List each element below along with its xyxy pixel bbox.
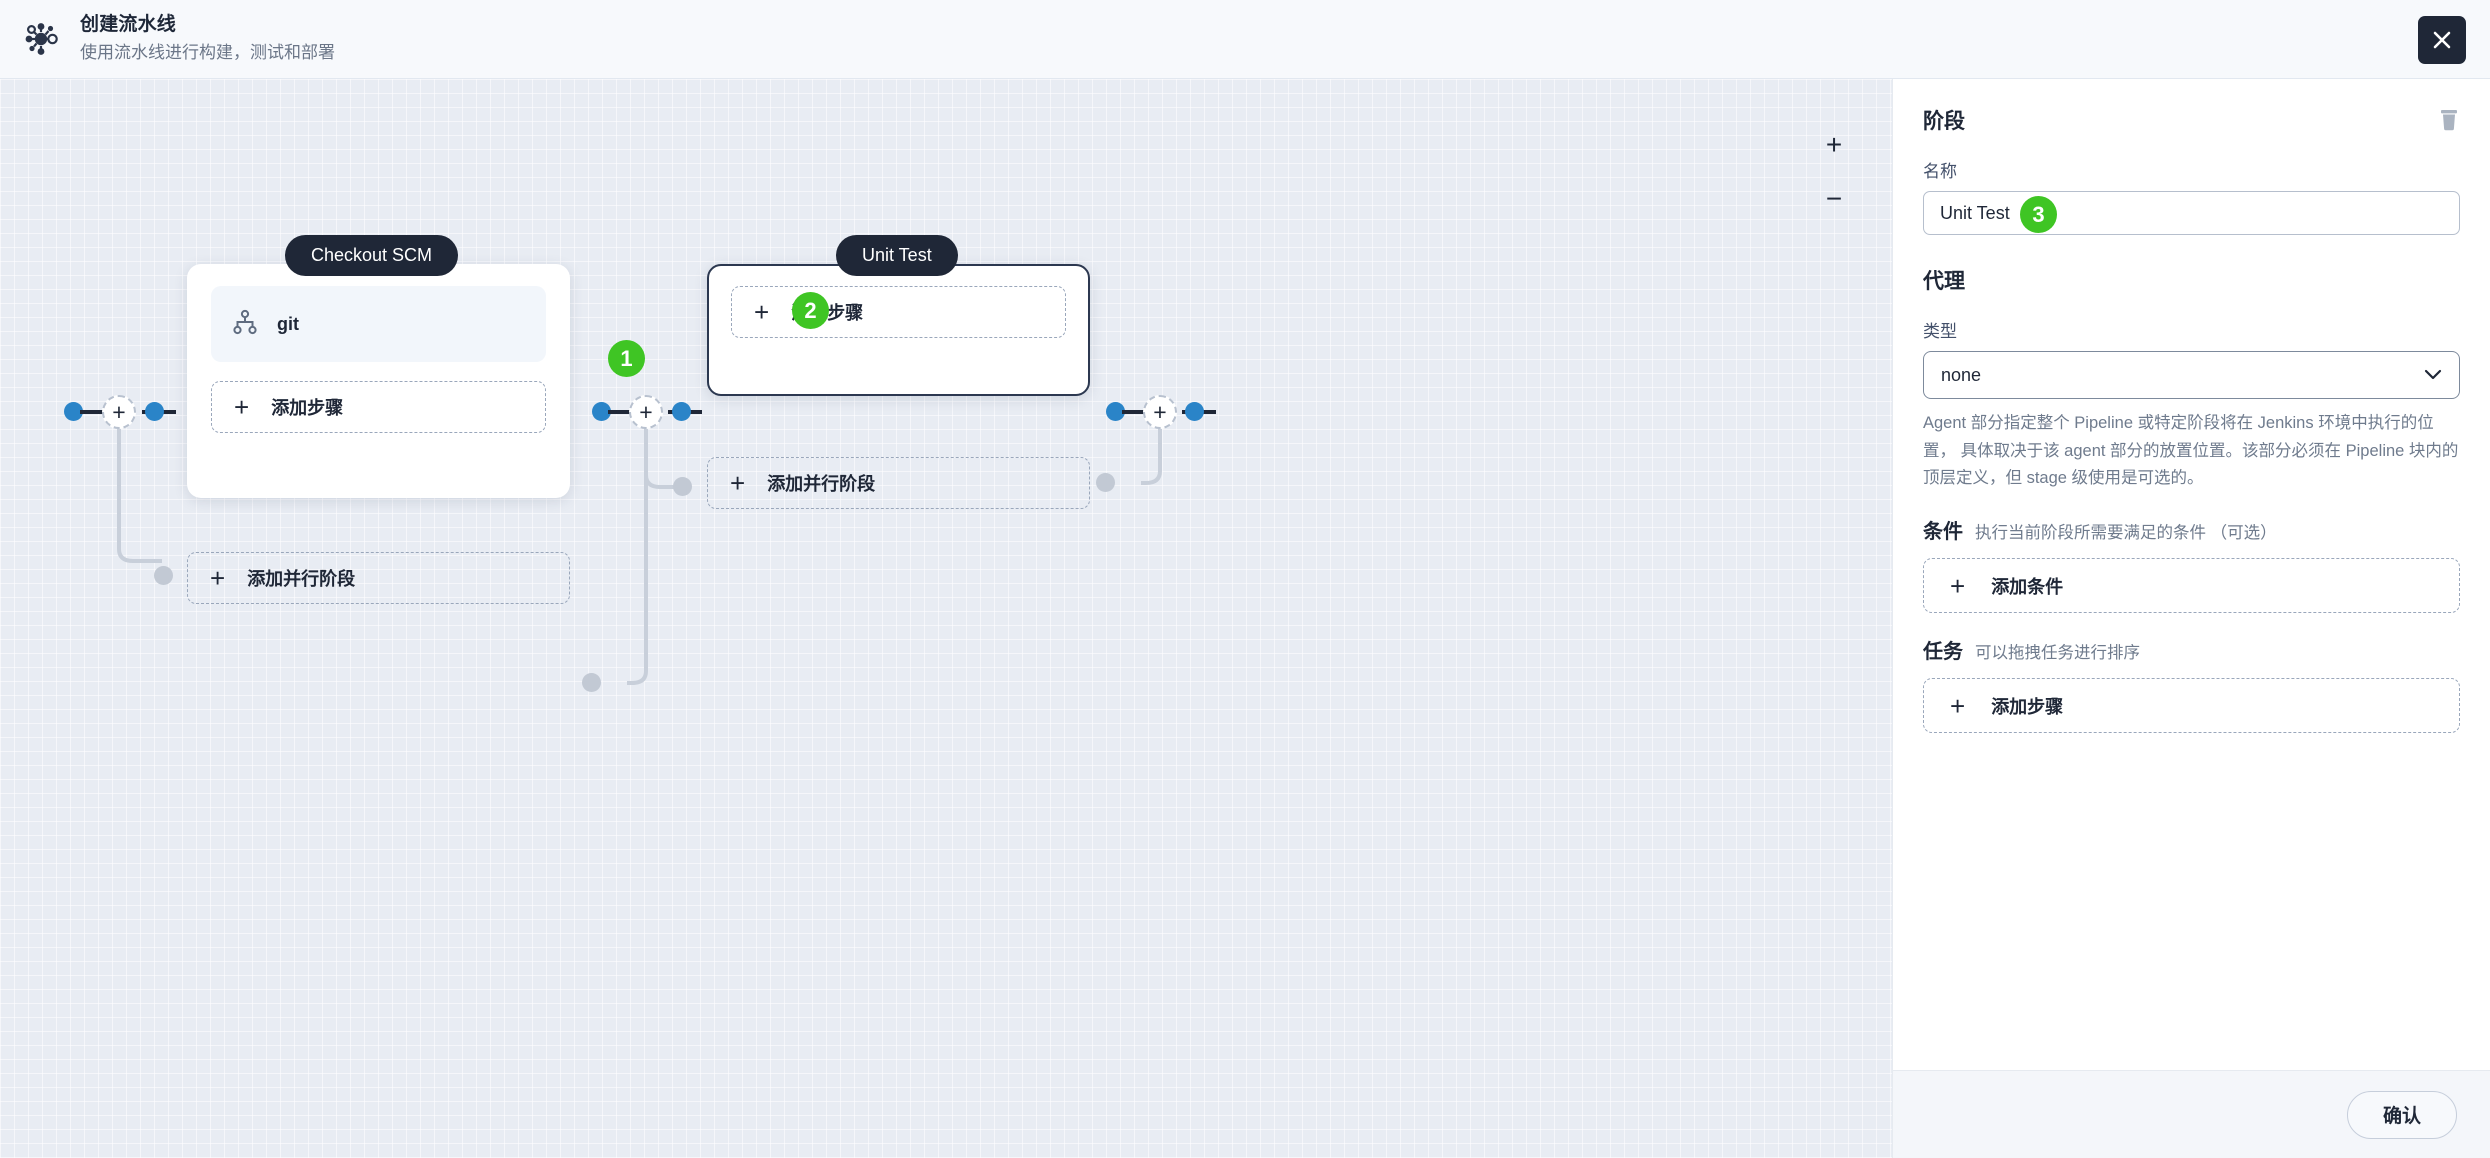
zoom-in-button[interactable]: +	[1814, 125, 1854, 165]
add-step-button-stage2[interactable]: + 添加步骤	[731, 286, 1066, 338]
task-section-header: 任务 可以拖拽任务进行排序	[1923, 635, 2460, 664]
stage-name-value: Unit Test	[1940, 202, 2010, 223]
modal-header: 创建流水线 使用流水线进行构建，测试和部署	[0, 0, 2490, 79]
confirm-button[interactable]: 确认	[2347, 1090, 2457, 1139]
agent-type-select[interactable]: none	[1923, 351, 2460, 399]
add-condition-label: 添加条件	[1991, 576, 2064, 597]
add-parallel-stage-label: 添加并行阶段	[767, 474, 876, 494]
condition-title: 条件	[1923, 521, 1963, 544]
pipeline-editor-modal: 创建流水线 使用流水线进行构建，测试和部署 + − + Checkout SCM…	[0, 0, 2490, 1158]
plus-icon: +	[1950, 690, 1966, 721]
stage-label-unit-test[interactable]: Unit Test	[836, 235, 958, 276]
add-step-button-stage1[interactable]: + 添加步骤	[211, 381, 546, 433]
task-hint: 可以拖拽任务进行排序	[1975, 644, 2140, 663]
parallel-slot-dot[interactable]	[673, 477, 692, 496]
zoom-out-button[interactable]: −	[1814, 179, 1854, 219]
parallel-slot-dot[interactable]	[582, 673, 601, 692]
add-stage-plus-node[interactable]: +	[629, 395, 663, 429]
plus-icon: +	[754, 297, 770, 327]
condition-section-header: 条件 执行当前阶段所需要满足的条件 （可选）	[1923, 515, 2460, 544]
add-condition-button[interactable]: + 添加条件	[1923, 558, 2460, 614]
add-step-button-panel[interactable]: + 添加步骤	[1923, 678, 2460, 734]
page-title: 创建流水线	[80, 14, 177, 36]
stage-name-input[interactable]: Unit Test 3	[1923, 191, 2460, 235]
plus-glyph: +	[112, 398, 126, 425]
connector-branch-path	[117, 409, 162, 563]
plus-icon: +	[730, 468, 746, 498]
panel-header: 阶段	[1923, 105, 2460, 135]
add-parallel-stage-label: 添加并行阶段	[247, 569, 356, 589]
add-step-label: 添加步骤	[271, 398, 344, 418]
name-field-label: 名称	[1923, 162, 1957, 181]
plus-glyph: +	[1153, 398, 1167, 425]
panel-title: 阶段	[1923, 110, 1965, 133]
panel-footer: 确认	[1893, 1070, 2490, 1158]
agent-type-value: none	[1941, 364, 1982, 385]
delete-stage-button[interactable]	[2438, 108, 2460, 132]
task-title: 任务	[1923, 641, 1963, 664]
agent-section-title: 代理	[1923, 270, 1965, 293]
zoom-controls: + −	[1814, 125, 1854, 219]
close-button[interactable]	[2418, 16, 2466, 64]
plus-icon: +	[1950, 570, 1966, 601]
chevron-down-icon	[2424, 369, 2442, 380]
step-row-git[interactable]: git	[211, 286, 546, 362]
git-branch-icon	[233, 309, 257, 340]
page-subtitle: 使用流水线进行构建，测试和部署	[80, 43, 335, 62]
add-stage-plus-node[interactable]: +	[102, 395, 136, 429]
pipeline-canvas[interactable]: + − + Checkout SCM git + 添加步骤 + 添加并行阶段 +…	[0, 79, 1892, 1158]
add-step-label: 添加步骤	[1991, 696, 2064, 717]
annotation-badge-1: 1	[608, 340, 645, 377]
plus-glyph: +	[639, 398, 653, 425]
plus-icon: +	[210, 563, 226, 593]
add-stage-plus-node[interactable]: +	[1143, 395, 1177, 429]
stage-card-checkout-scm[interactable]: git + 添加步骤	[187, 264, 570, 498]
parallel-slot-dot[interactable]	[1096, 473, 1115, 492]
header-text-group: 创建流水线 使用流水线进行构建，测试和部署	[80, 12, 335, 65]
pipeline-node-icon	[18, 16, 64, 62]
add-parallel-stage-button-1[interactable]: + 添加并行阶段	[187, 552, 570, 604]
close-icon	[2433, 31, 2451, 49]
add-parallel-stage-button-2[interactable]: + 添加并行阶段	[707, 457, 1090, 509]
parallel-slot-dot[interactable]	[154, 566, 173, 585]
trash-icon	[2441, 110, 2457, 131]
plus-icon: +	[234, 392, 250, 422]
type-field-label: 类型	[1923, 322, 1957, 341]
stage-card-unit-test[interactable]: + 添加步骤	[707, 264, 1090, 396]
annotation-badge-2: 2	[792, 292, 829, 329]
condition-hint: 执行当前阶段所需要满足的条件 （可选）	[1975, 524, 2277, 543]
stage-label-checkout-scm[interactable]: Checkout SCM	[285, 235, 459, 276]
agent-help-text: Agent 部分指定整个 Pipeline 或特定阶段将在 Jenkins 环境…	[1923, 414, 2459, 488]
annotation-badge-3: 3	[2020, 196, 2057, 233]
stage-properties-panel: 阶段 名称 Unit Test 3 代理 类型 none Agent 部分指定整…	[1892, 79, 2490, 1158]
step-name: git	[277, 313, 299, 334]
